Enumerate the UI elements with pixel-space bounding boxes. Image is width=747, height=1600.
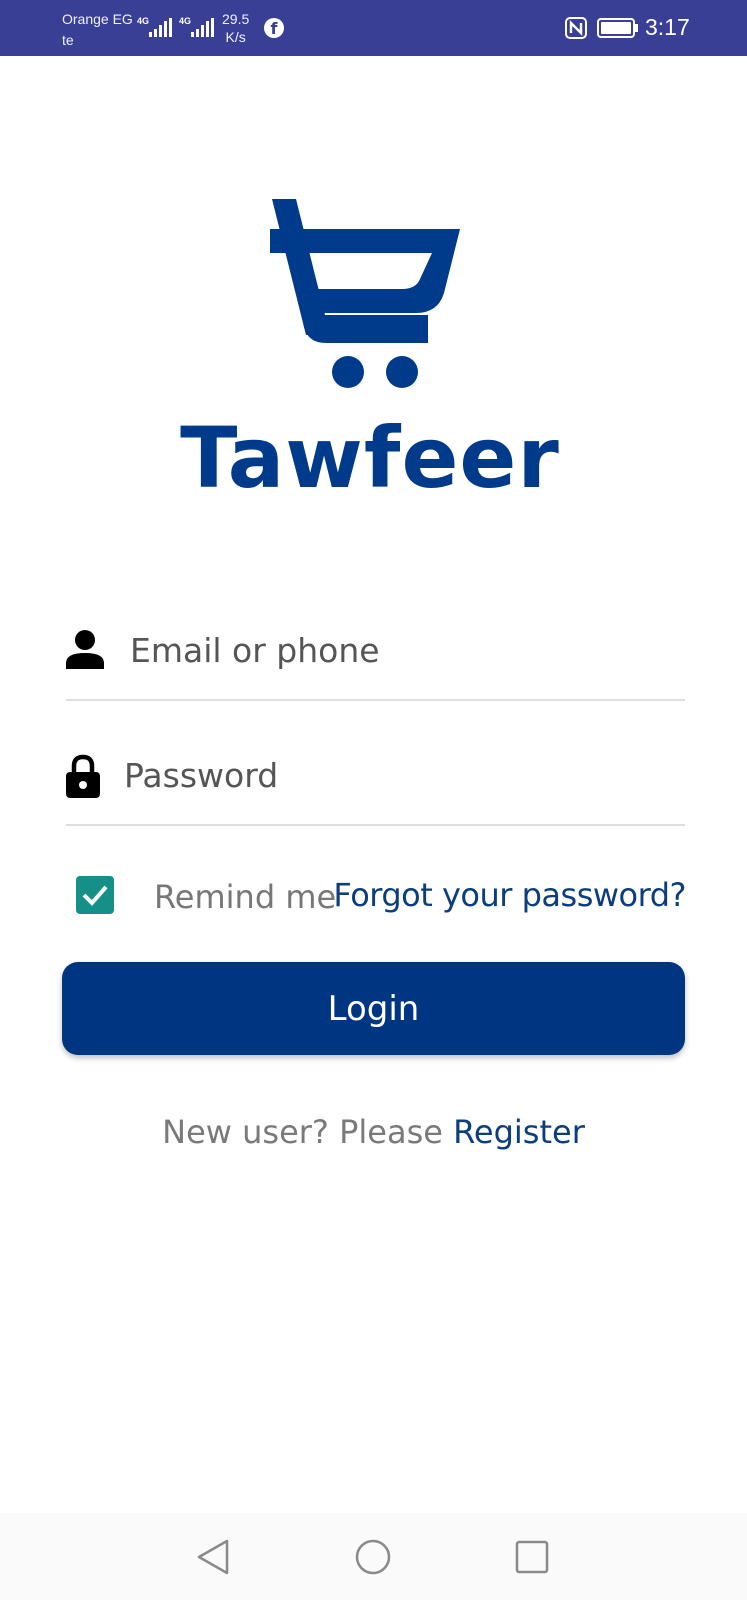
- navigation-bar: [0, 1513, 747, 1600]
- remember-label[interactable]: Remind me: [154, 878, 336, 916]
- register-row: New user? Please Register: [0, 1113, 747, 1151]
- checkmark-icon: [82, 885, 108, 906]
- recents-icon[interactable]: [510, 1535, 554, 1579]
- cart-logo-icon: [270, 199, 460, 388]
- password-field-container: [66, 736, 685, 826]
- speed-unit: K/s: [225, 29, 246, 45]
- nfc-icon: [565, 17, 587, 39]
- remember-row: Remind me Forgot your password?: [76, 876, 686, 922]
- signal-icon-2: [191, 18, 214, 37]
- remember-checkbox[interactable]: [76, 876, 114, 914]
- signal-icon: [149, 18, 172, 37]
- network-speed: 29.5 K/s: [222, 10, 249, 46]
- login-button[interactable]: Login: [62, 962, 685, 1055]
- register-link[interactable]: Register: [453, 1113, 585, 1151]
- lock-icon: [66, 754, 100, 798]
- status-bar: Orange EG te 4G 4G 29.5 K/s f 3:17: [0, 0, 747, 56]
- clock: 3:17: [645, 14, 690, 40]
- brand-name: Tawfeer: [180, 409, 560, 507]
- home-icon[interactable]: [351, 1535, 395, 1579]
- email-input[interactable]: [130, 625, 650, 675]
- register-prompt: New user? Please: [162, 1113, 443, 1151]
- password-input[interactable]: [124, 750, 644, 800]
- app-logo: Tawfeer: [180, 195, 570, 507]
- speed-value: 29.5: [222, 11, 250, 27]
- email-field-container: [66, 611, 685, 701]
- battery-icon: [597, 18, 638, 38]
- facebook-icon: f: [264, 18, 284, 38]
- person-icon: [66, 630, 104, 669]
- forgot-password-link[interactable]: Forgot your password?: [333, 876, 686, 914]
- back-icon[interactable]: [191, 1535, 235, 1579]
- carrier-name: Orange EG te: [62, 11, 133, 48]
